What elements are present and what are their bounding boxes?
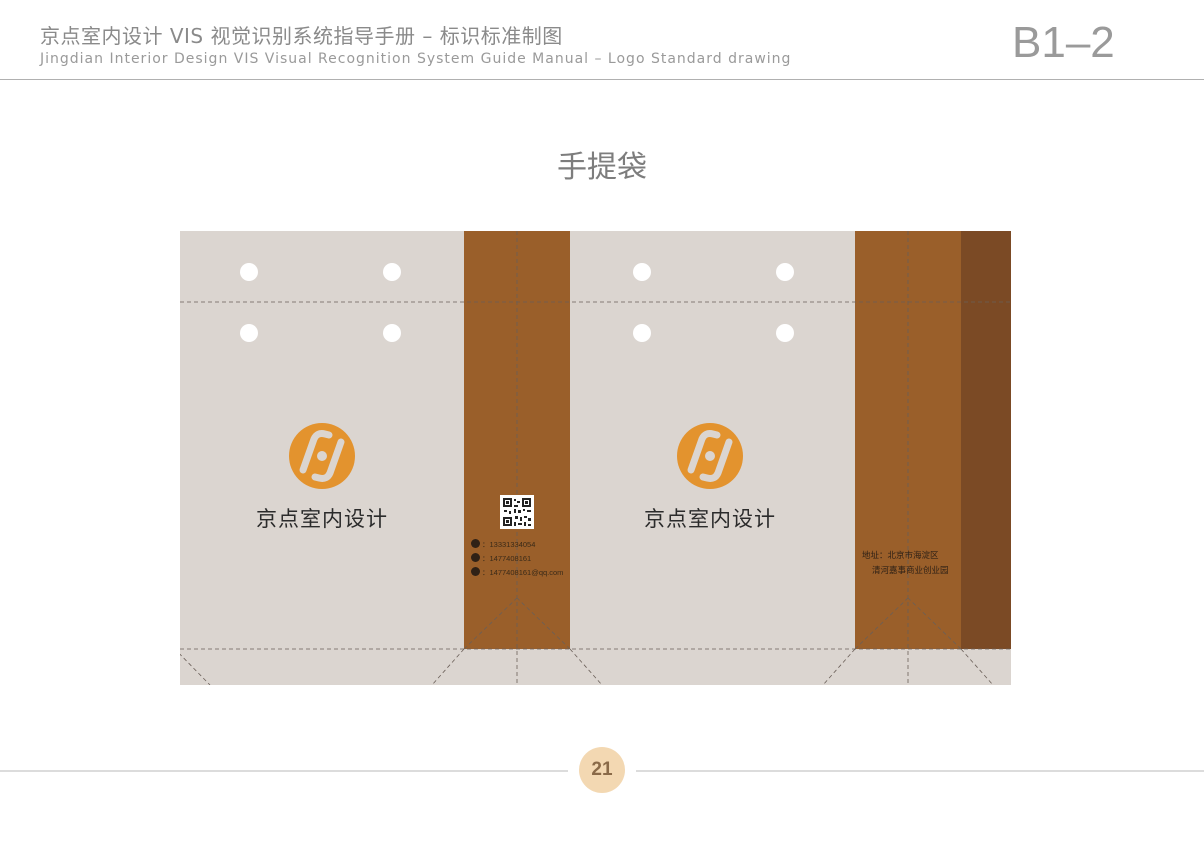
qq-icon (471, 553, 480, 562)
footer-divider-right (636, 770, 1204, 772)
qr-code-icon (500, 495, 534, 529)
handle-hole (383, 263, 401, 281)
contact-qq: ：1477408161 (482, 554, 532, 563)
mail-icon (471, 567, 480, 576)
handle-hole (633, 263, 651, 281)
brand-logo-icon (289, 423, 355, 489)
bag-gusset-left (464, 231, 570, 649)
handle-hole (240, 324, 258, 342)
brand-name-back: 京点室内设计 (644, 507, 776, 531)
contact-phone: ：13331334054 (482, 540, 536, 549)
handle-hole (776, 324, 794, 342)
phone-icon (471, 539, 480, 548)
contact-email: ：1477408161@qq.com (482, 568, 564, 577)
bag-glue-flap (961, 231, 1011, 649)
bag-gusset-right (855, 231, 961, 649)
handle-hole (383, 324, 401, 342)
footer-divider-left (0, 770, 568, 772)
brand-logo-icon (677, 423, 743, 489)
brand-name-front: 京点室内设计 (256, 507, 388, 531)
section-title: 手提袋 (557, 150, 647, 185)
handle-hole (776, 263, 794, 281)
header-title-cn: 京点室内设计 VIS 视觉识别系统指导手册 – 标识标准制图 (40, 24, 563, 48)
bag-dieline-drawing (180, 231, 1011, 685)
header-title-en: Jingdian Interior Design VIS Visual Reco… (40, 51, 792, 67)
handle-hole (240, 263, 258, 281)
shopping-bag-dieline: 京点室内设计 京点室内设计 ：13331334054 ：1477408161 ：… (180, 231, 1011, 685)
header-divider (0, 79, 1204, 80)
page-code: B1–2 (1012, 18, 1115, 67)
handle-hole (633, 324, 651, 342)
address-line-2: 清河嘉事商业创业园 (872, 566, 949, 576)
address-line-1: 地址：北京市海淀区 (862, 551, 939, 561)
page-number-badge: 21 (579, 747, 625, 793)
